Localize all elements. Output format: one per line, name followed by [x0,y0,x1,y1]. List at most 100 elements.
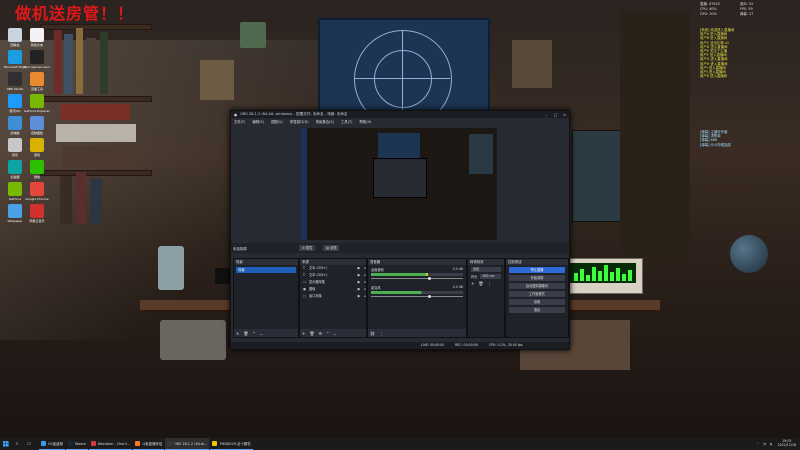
virtual-camera-button[interactable]: 启动虚拟摄像机 [509,283,565,289]
taskbar-app[interactable]: TMGB029-全十题衣 [210,438,253,450]
app-icon [8,138,22,152]
lock-icon[interactable]: ⌂ [364,265,366,272]
app-icon [30,72,44,86]
slider-handle[interactable] [428,277,432,280]
volume-icon[interactable]: ◖ [770,442,772,446]
wall-picture [200,60,234,100]
slider-handle[interactable] [428,295,432,298]
menu-tools[interactable]: 工具(T) [341,119,353,124]
desktop-icon[interactable]: 控制面板 [24,116,50,135]
move-up-icon[interactable]: ⌃ [326,331,329,336]
scene-item[interactable]: 场景 [236,267,296,273]
move-down-icon[interactable]: ⌄ [260,331,263,336]
source-label: 窗口采集 [309,294,322,298]
sources-footer: + 🗑 ⚙ ⌃ ⌄ [300,329,366,337]
transition-select[interactable]: 淡出 [471,267,501,272]
obs-preview[interactable] [301,128,497,240]
obs-window[interactable]: ● OBS 28.1.2 (64-bit, windows) - 配置文件: 未… [230,110,570,350]
desktop-icon[interactable]: Google Chrome [24,182,50,201]
menu-docks[interactable]: 停靠窗口(D) [290,119,309,124]
desktop-icon[interactable]: GeForce Experience [24,94,50,113]
add-icon[interactable]: + [302,331,305,336]
shelf [40,170,152,176]
lock-icon[interactable]: ⌂ [364,286,366,293]
stop-streaming-button[interactable]: 停止直播 [509,267,565,273]
more-icon[interactable]: ⋮ [379,331,383,336]
source-item[interactable]: T 文本 (GDI+) ◉ ⌂ [300,265,366,272]
properties-button[interactable]: ⚙ 属性 [299,245,316,251]
source-item[interactable]: ▣ 图像 ◉ ⌂ [300,286,366,293]
menu-file[interactable]: 文件(F) [234,119,245,124]
channel-db: 0.0 dB [452,267,463,271]
remove-icon[interactable]: 🗑 [243,331,248,336]
remove-icon[interactable]: 🗑 [478,281,483,286]
filters-button[interactable]: ▤ 滤镜 [323,245,340,251]
overlay-message: [弹幕] 什么时候抽奖 [700,142,731,147]
eye-icon[interactable]: ◉ [357,265,360,272]
overlay-stat: 观众: 52 [740,2,754,6]
lock-icon[interactable]: ⌂ [364,293,366,300]
eye-icon[interactable]: ◉ [357,293,360,300]
add-icon[interactable]: + [471,281,474,286]
spectrum-bar [592,267,596,281]
desktop-icon[interactable]: 游戏 [24,138,50,157]
desktop-icon[interactable]: 新建文本 [24,28,50,47]
link-icon[interactable]: ⛓ [370,331,375,336]
scenes-dock: 场景 场景 + 🗑 ⌃ ⌄ [233,258,299,338]
desktop-icon[interactable]: Epic Games Launcher [24,50,50,69]
move-up-icon[interactable]: ⌃ [252,331,255,336]
desktop-icon[interactable]: 微信 [24,160,50,179]
taskbar-app[interactable]: Steam [65,438,88,450]
lock-icon[interactable]: ⌂ [364,279,366,286]
obs-titlebar[interactable]: ● OBS 28.1.2 (64-bit, windows) - 配置文件: 未… [231,111,569,118]
volume-slider[interactable] [371,295,463,298]
eye-icon[interactable]: ◉ [357,279,360,286]
taskbar-app[interactable]: OBS 28.1.2 (64-bi... [165,438,210,450]
more-icon[interactable]: ⋮ [487,281,491,286]
add-icon[interactable]: + [236,331,239,336]
exit-button[interactable]: 退出 [509,307,565,313]
book [86,38,96,94]
lock-icon[interactable]: ⌂ [364,272,366,279]
close-icon[interactable]: × [560,113,569,117]
eye-icon[interactable]: ◉ [357,272,360,279]
taskbar-app[interactable]: 斗鱼直播伴侣 [132,438,165,450]
taskbar-clock[interactable]: 19:03 2022/12/16 [778,439,796,448]
menu-scene-collection[interactable]: 场景集合(S) [316,119,334,124]
chevron-up-icon[interactable]: ⌃ [756,442,759,446]
minimize-icon[interactable]: – [542,113,551,117]
menu-view[interactable]: 视图(V) [271,119,283,124]
gear-icon[interactable]: ⚙ [318,331,322,336]
live-time: LIVE: 00:00:00 [421,343,445,347]
menu-edit[interactable]: 编辑(E) [252,119,264,124]
spectrum-bar [628,270,632,281]
app-icon [41,441,46,446]
duration-input[interactable]: 300 ms [480,274,501,279]
book [56,124,136,142]
source-item[interactable]: ▭ 显示器采集 ◉ ⌂ [300,279,366,286]
desktop-icon[interactable]: 网易云音乐 [24,204,50,223]
network-icon[interactable]: ◔ [763,442,766,446]
remove-icon[interactable]: 🗑 [309,331,314,336]
maximize-icon[interactable]: □ [551,113,560,117]
eye-icon[interactable]: ◉ [357,286,360,293]
search-icon[interactable]: ⌕ [11,438,23,450]
start-button[interactable] [0,438,11,450]
mixer-dock: 混音器 桌面音频 0.0 dB 麦克风 0.0 dB ⛓ ⋮ [367,258,467,338]
volume-slider[interactable] [371,277,463,280]
source-item[interactable]: T 文本 (GDI+) ◉ ⌂ [300,272,366,279]
desktop-icon-label: 网易云音乐 [29,219,45,223]
start-recording-button[interactable]: 开始录制 [509,275,565,281]
desktop-icon[interactable]: 直播工具 [24,72,50,91]
settings-button[interactable]: 设置 [509,299,565,305]
source-item[interactable]: ▢ 窗口采集 ◉ ⌂ [300,293,366,300]
studio-mode-button[interactable]: 工作室模式 [509,291,565,297]
app-icon [30,50,44,64]
obs-title: OBS 28.1.2 (64-bit, windows) - 配置文件: 未命名… [240,112,348,116]
move-down-icon[interactable]: ⌄ [333,331,336,336]
app-icon [8,204,22,218]
menu-help[interactable]: 帮助(H) [359,119,371,124]
taskbar-app[interactable]: US迷迷湖 [39,438,65,450]
task-view-icon[interactable]: ▭ [23,438,35,450]
taskbar-app[interactable]: Attention - Charli... [88,438,132,450]
